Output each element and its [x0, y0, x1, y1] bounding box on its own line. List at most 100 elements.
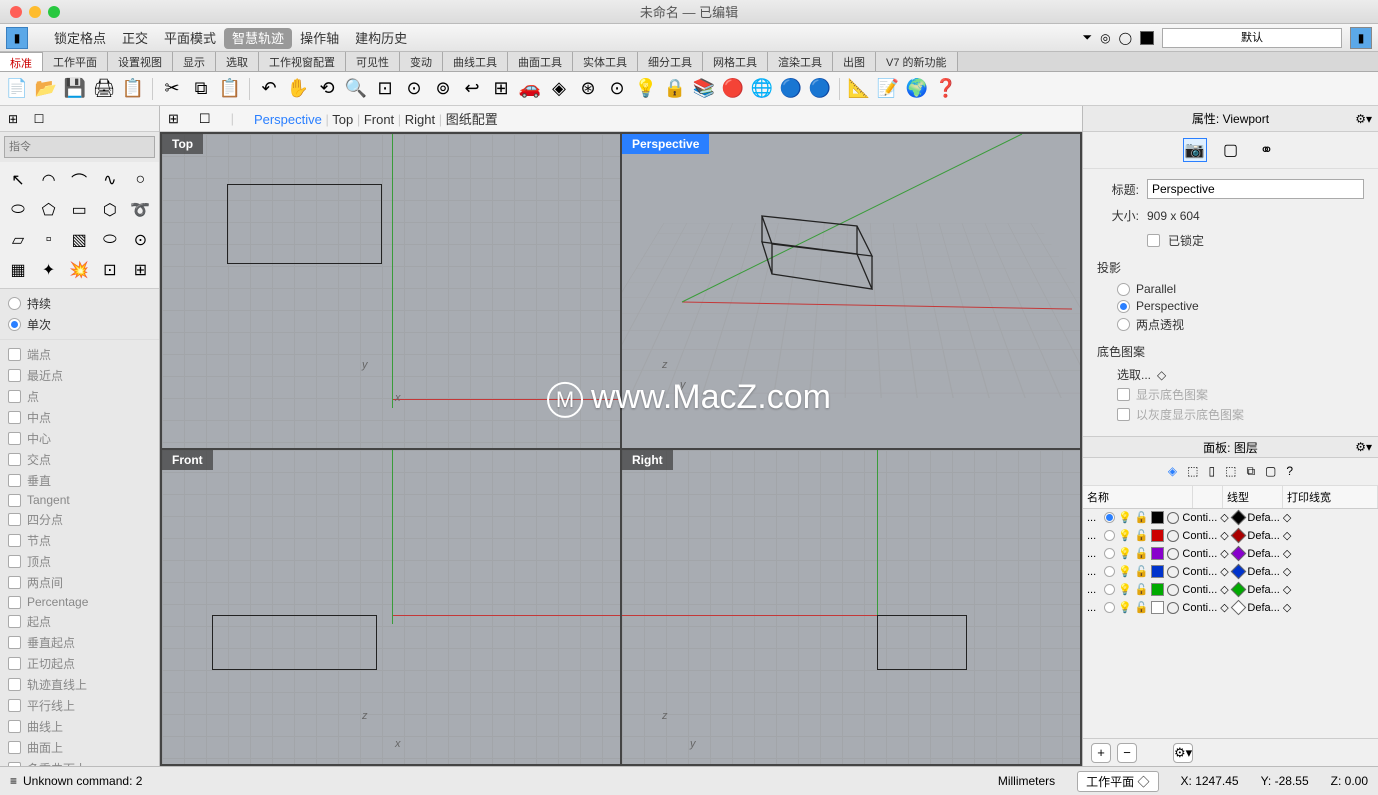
command-input[interactable]	[4, 136, 155, 158]
help-icon[interactable]: ❓	[933, 76, 959, 102]
osnap-item[interactable]: 最近点	[8, 365, 151, 386]
pan-icon[interactable]: ✋	[285, 76, 311, 102]
explode-tool-icon[interactable]: ✦	[35, 256, 63, 284]
array-tool-icon[interactable]: ⊞	[126, 256, 154, 284]
cylinder-tool-icon[interactable]: ⬭	[96, 226, 124, 254]
layer-row[interactable]: ...💡🔓Conti... ◇Defa... ◇	[1083, 527, 1378, 545]
single-view-icon[interactable]: ☐	[26, 112, 52, 126]
pattern-select[interactable]: 选取...	[1117, 366, 1151, 383]
osnap-item[interactable]: 顶点	[8, 551, 151, 572]
undo-icon[interactable]: ↶	[256, 76, 282, 102]
osnap-item[interactable]: 平行线上	[8, 695, 151, 716]
lock-icon[interactable]: 🔒	[662, 76, 688, 102]
right-panel-toggle-icon[interactable]: ▮	[1350, 27, 1372, 49]
current-layer-color[interactable]	[1140, 31, 1154, 45]
viewport-tab[interactable]: Right	[405, 112, 435, 127]
col-printwidth[interactable]: 打印线宽	[1283, 486, 1378, 508]
arc-tool-icon[interactable]: ⌒	[65, 166, 93, 194]
box-tool-icon[interactable]: ▫	[35, 226, 63, 254]
zoom-selected-icon[interactable]: ⊚	[430, 76, 456, 102]
text-icon[interactable]: 📝	[875, 76, 901, 102]
circle-tool-icon[interactable]: ○	[126, 166, 154, 194]
osnap-item[interactable]: 端点	[8, 344, 151, 365]
col-linetype[interactable]: 线型	[1223, 486, 1283, 508]
menu-item[interactable]: 平面模式	[156, 28, 224, 49]
zoom-extents-icon[interactable]: 🔍	[343, 76, 369, 102]
osnap-item[interactable]: 两点间	[8, 572, 151, 593]
zoom-window-icon[interactable]: ⊡	[372, 76, 398, 102]
close-icon[interactable]	[10, 6, 22, 18]
surface-tool-icon[interactable]: ▱	[4, 226, 32, 254]
pointer-tool-icon[interactable]: ↖	[4, 166, 32, 194]
viewport-right[interactable]: z y Right	[622, 450, 1080, 764]
menu-item[interactable]: 锁定格点	[46, 28, 114, 49]
viewport-tab[interactable]: Top	[332, 112, 353, 127]
left-panel-toggle-icon[interactable]: ▮	[6, 27, 28, 49]
named-view-icon[interactable]: ⊛	[575, 76, 601, 102]
layer-dropdown[interactable]: 默认	[1162, 28, 1342, 48]
lasso-tool-icon[interactable]: ◠	[35, 166, 63, 194]
osnap-item[interactable]: 中点	[8, 407, 151, 428]
single-radio[interactable]: 单次	[8, 314, 151, 335]
layers-icon[interactable]: 📚	[691, 76, 717, 102]
burst-tool-icon[interactable]: 💥	[65, 256, 93, 284]
render-icon[interactable]: 🔵	[778, 76, 804, 102]
grid-view-icon[interactable]: ⊞	[0, 112, 26, 126]
set-view-icon[interactable]: ⊙	[604, 76, 630, 102]
toolbar-tab[interactable]: 细分工具	[638, 52, 703, 71]
polygon-tool-icon[interactable]: ⬠	[35, 196, 63, 224]
osnap-item[interactable]: 点	[8, 386, 151, 407]
menu-item[interactable]: 智慧轨迹	[224, 28, 292, 49]
layer-row[interactable]: ...💡🔓Conti... ◇Defa... ◇	[1083, 599, 1378, 617]
toolbar-tab[interactable]: 变动	[400, 52, 443, 71]
toolbar-tab[interactable]: 工作平面	[43, 52, 108, 71]
viewport-tab[interactable]: Front	[364, 112, 394, 127]
clipboard-icon[interactable]: 📋	[120, 76, 146, 102]
col-name[interactable]: 名称	[1083, 486, 1193, 508]
osnap-item[interactable]: 垂直起点	[8, 632, 151, 653]
viewport-perspective[interactable]: z y Perspective	[622, 134, 1080, 448]
grid-icon[interactable]: ⊞	[488, 76, 514, 102]
zoom-dynamic-icon[interactable]: ⊙	[401, 76, 427, 102]
toolbar-tab[interactable]: 可见性	[346, 52, 400, 71]
zoom-previous-icon[interactable]: ↩	[459, 76, 485, 102]
zoom-icon[interactable]	[48, 6, 60, 18]
rectangle-tool-icon[interactable]: ▭	[65, 196, 93, 224]
grid-view-icon[interactable]: ⊞	[168, 111, 179, 127]
lightbulb-icon[interactable]: 💡	[633, 76, 659, 102]
camera-icon[interactable]: 📷	[1183, 138, 1207, 162]
layer-cube-icon[interactable]: ⬚	[1225, 464, 1236, 479]
toolbar-tab[interactable]: 显示	[173, 52, 216, 71]
material-tab-icon[interactable]: ▢	[1219, 138, 1243, 162]
osnap-item[interactable]: Tangent	[8, 491, 151, 509]
filter-icon[interactable]: ⏷	[1082, 30, 1092, 45]
osnap-item[interactable]: 起点	[8, 611, 151, 632]
curve-tool-icon[interactable]: ∿	[96, 166, 124, 194]
osnap-item[interactable]: 多重曲面上	[8, 758, 151, 766]
record-icon[interactable]: ◯	[1119, 31, 1132, 45]
layer-row[interactable]: ...💡🔓Conti... ◇Defa... ◇	[1083, 563, 1378, 581]
toolbar-tab[interactable]: 实体工具	[573, 52, 638, 71]
toolbar-tab[interactable]: 渲染工具	[768, 52, 833, 71]
toolbar-tab[interactable]: 曲线工具	[443, 52, 508, 71]
projection-radio[interactable]: 两点透视	[1117, 316, 1364, 333]
show-pattern-checkbox[interactable]	[1117, 388, 1130, 401]
target-icon[interactable]: ◎	[1100, 31, 1110, 45]
layer-box-icon[interactable]: ⬚	[1187, 464, 1198, 479]
transform-tool-icon[interactable]: ⊡	[96, 256, 124, 284]
single-view-icon[interactable]: ☐	[199, 111, 211, 127]
status-units[interactable]: Millimeters	[998, 774, 1055, 788]
hamburger-icon[interactable]: ≡	[10, 774, 17, 788]
menu-item[interactable]: 操作轴	[292, 28, 347, 49]
osnap-item[interactable]: 垂直	[8, 470, 151, 491]
viewport-tab[interactable]: Perspective	[254, 112, 322, 127]
viewport-title-input[interactable]	[1147, 179, 1364, 199]
locked-checkbox[interactable]	[1147, 234, 1160, 247]
osnap-item[interactable]: 正切起点	[8, 653, 151, 674]
projection-radio[interactable]: Perspective	[1117, 299, 1364, 313]
print-icon[interactable]: 🖨	[91, 76, 117, 102]
layer-copy-icon[interactable]: ⧉	[1246, 464, 1255, 479]
osnap-item[interactable]: 节点	[8, 530, 151, 551]
gear-icon[interactable]: ⚙▾	[1355, 440, 1372, 454]
toolbar-tab[interactable]: 选取	[216, 52, 259, 71]
